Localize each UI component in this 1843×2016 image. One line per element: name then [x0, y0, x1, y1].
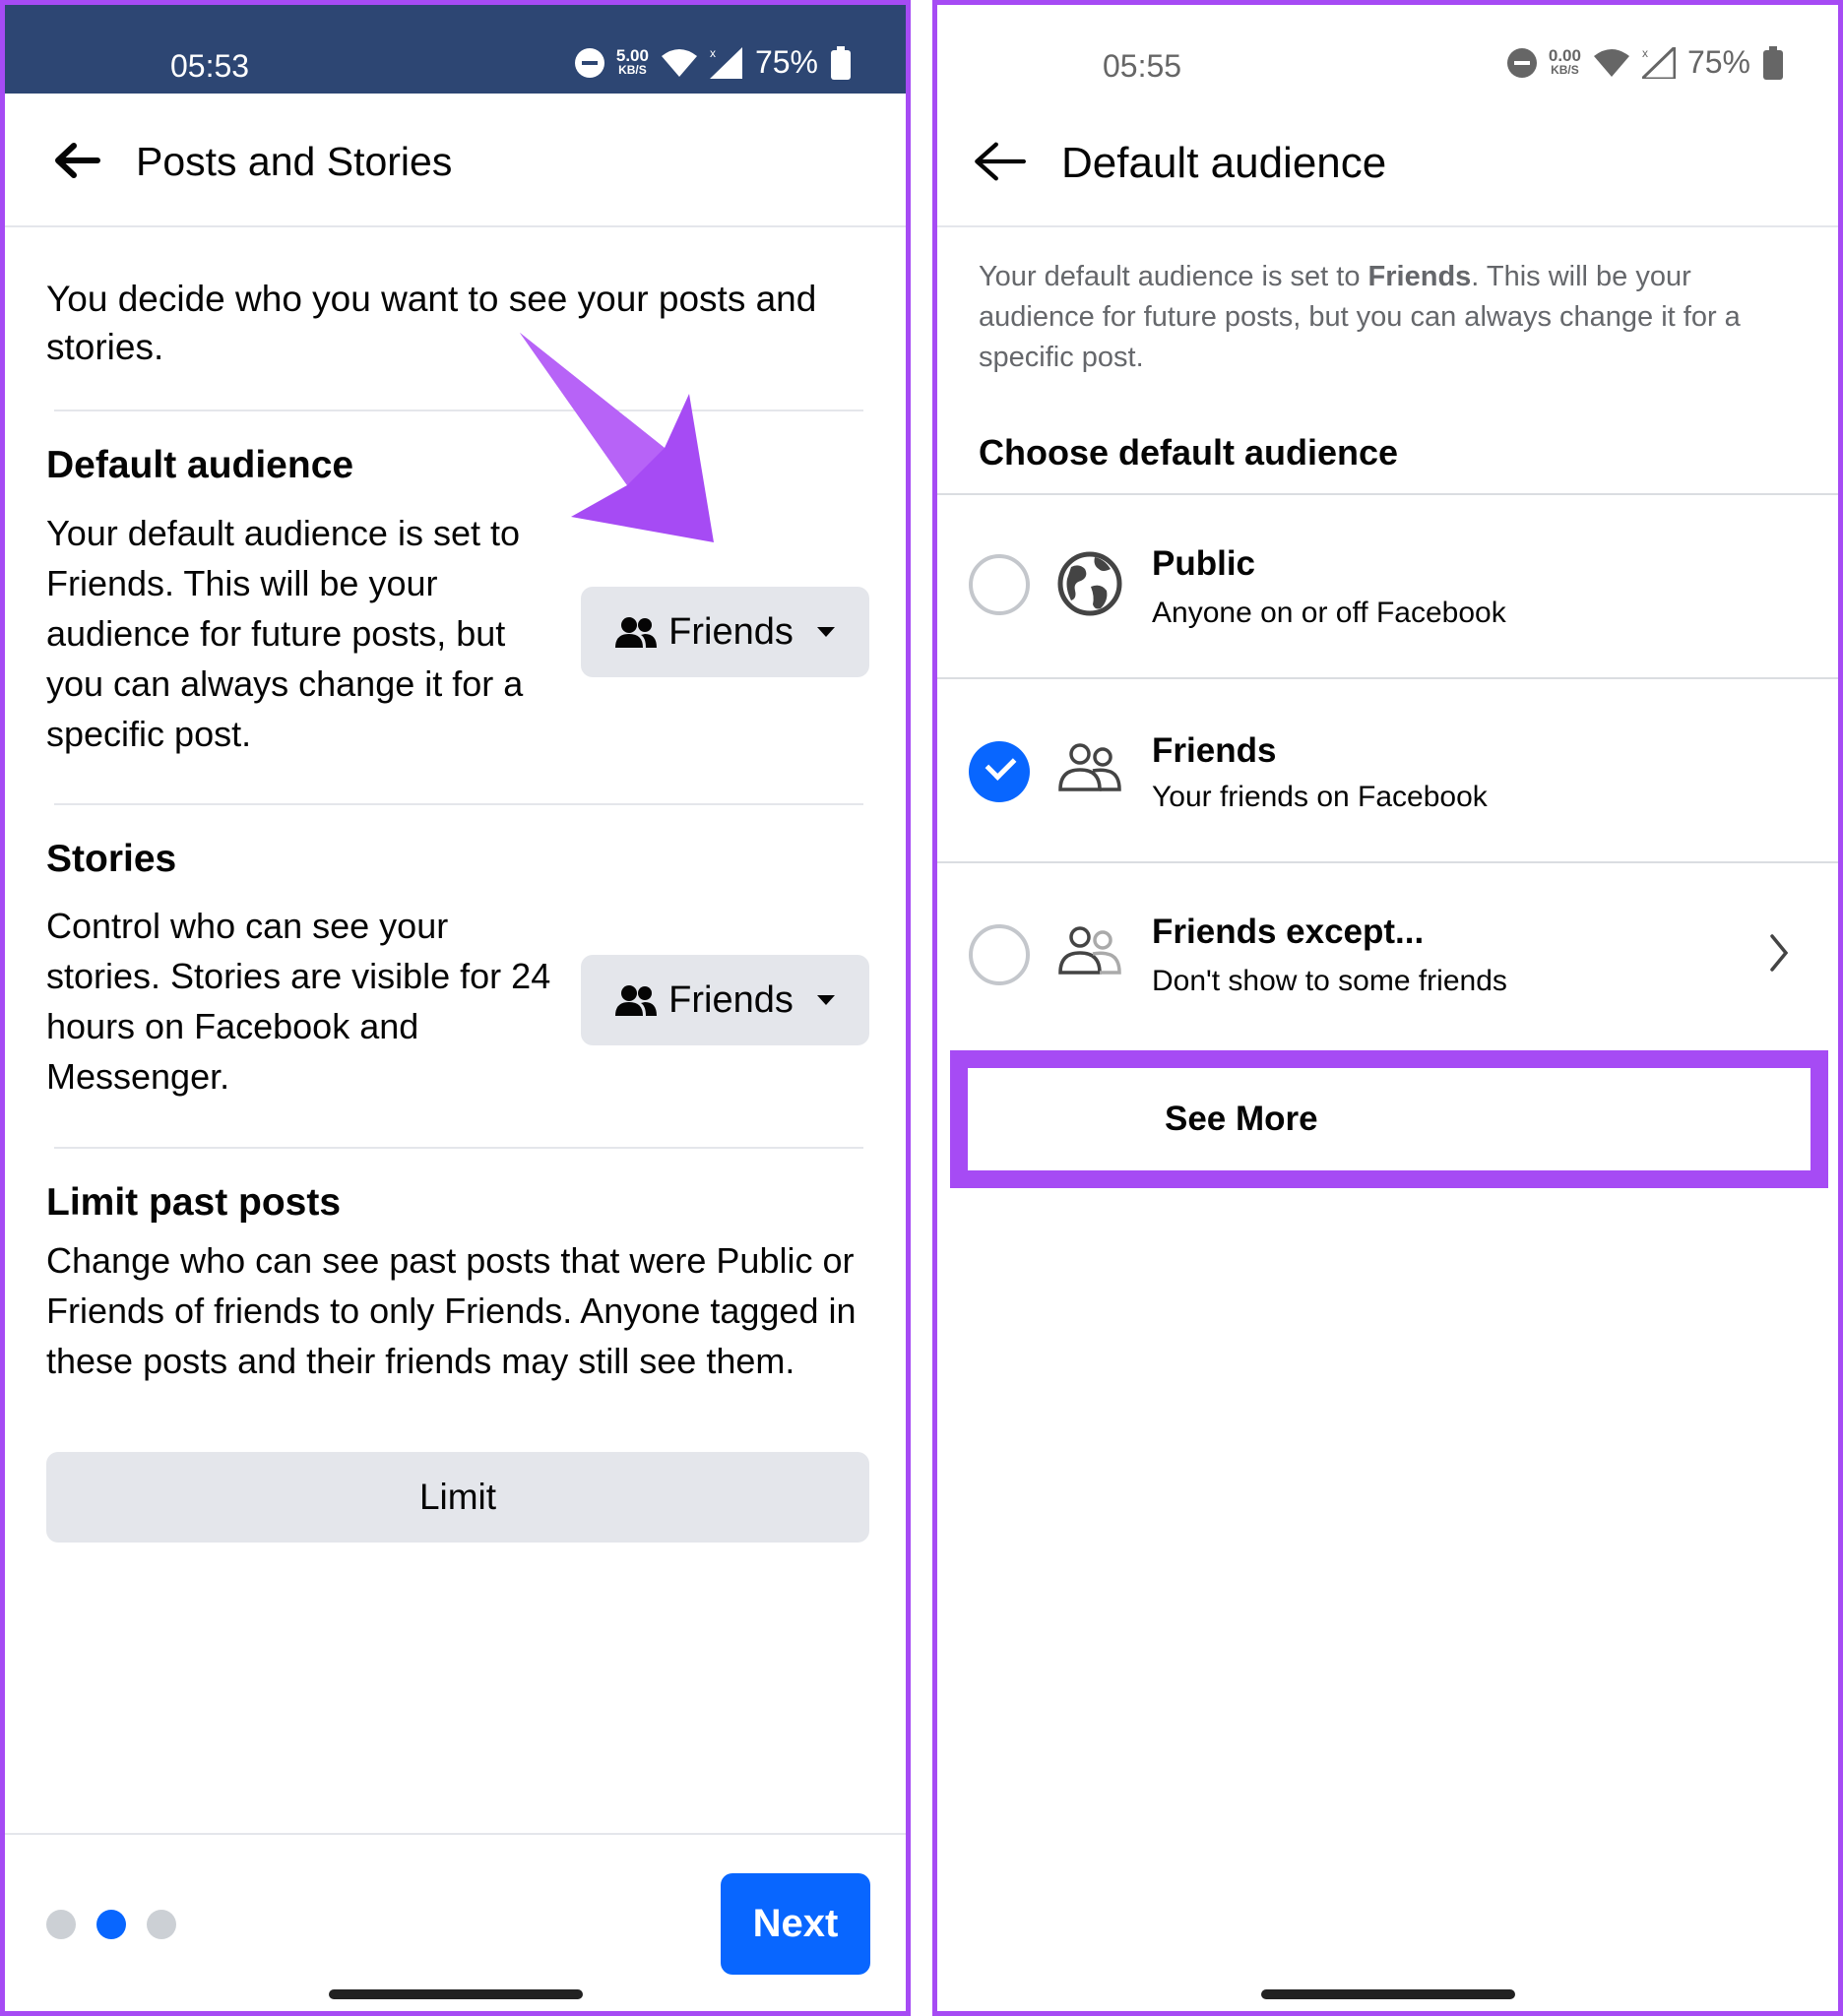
status-icons: 5.00 KB/S x 75% [574, 44, 852, 81]
default-audience-screen: 05:55 0.00 KB/S x 75% Default audience Yo… [932, 0, 1843, 2016]
friends-except-icon [1058, 926, 1121, 975]
limit-past-posts-description: Change who can see past posts that were … [46, 1240, 857, 1381]
stories-audience-dropdown[interactable]: Friends [581, 955, 869, 1045]
status-icons: 0.00 KB/S x 75% [1506, 44, 1784, 81]
app-bar: Posts and Stories [5, 94, 906, 227]
status-time: 05:55 [1103, 48, 1182, 84]
home-indicator [1260, 1989, 1515, 1999]
chevron-right-icon[interactable] [1769, 933, 1789, 973]
globe-icon [1057, 551, 1122, 616]
limit-button[interactable]: Limit [46, 1452, 869, 1543]
audience-option-friends[interactable]: Friends Your friends on Facebook [937, 679, 1838, 861]
friends-icon [1058, 743, 1121, 791]
status-time: 05:53 [170, 48, 250, 84]
page-indicator [46, 1910, 176, 1939]
battery-icon [1763, 45, 1783, 80]
see-more-button[interactable]: See More [950, 1050, 1828, 1188]
posts-and-stories-screen: 05:53 5.00 KB/S x 75% Posts and Stories Y… [0, 0, 911, 2016]
option-subtitle: Anyone on or off Facebook [1152, 597, 1506, 629]
audience-option-friends-except[interactable]: Friends except... Don't show to some fri… [937, 863, 1838, 1045]
home-indicator [328, 1989, 583, 1999]
network-speed: 0.00 KB/S [1548, 45, 1581, 77]
page-title: Posts and Stories [136, 139, 453, 184]
default-audience-title: Default audience [46, 444, 354, 486]
cell-signal-icon: x [709, 46, 742, 79]
do-not-disturb-icon [574, 47, 604, 78]
friends-icon [615, 617, 658, 648]
page-dot [46, 1910, 76, 1939]
page-dot [147, 1910, 176, 1939]
battery-percent: 75% [754, 44, 818, 80]
caret-down-icon [816, 627, 835, 637]
app-bar: Default audience [937, 94, 1838, 227]
page-dot-active [96, 1910, 126, 1939]
divider [54, 1147, 863, 1149]
caret-down-icon [816, 995, 835, 1005]
radio-friends-checked[interactable] [969, 741, 1030, 802]
svg-text:x: x [710, 47, 716, 60]
option-title: Friends [1152, 731, 1277, 770]
default-audience-value: Friends [668, 610, 794, 653]
intro-text: You decide who you want to see your post… [46, 279, 817, 367]
page-title: Default audience [1061, 139, 1387, 187]
friends-icon [615, 985, 658, 1016]
cell-signal-icon: x [1641, 46, 1676, 79]
battery-icon [831, 45, 851, 80]
svg-text:x: x [1642, 47, 1648, 60]
network-speed: 5.00 KB/S [615, 45, 649, 77]
radio-public[interactable] [969, 554, 1030, 615]
option-subtitle: Don't show to some friends [1152, 965, 1507, 997]
divider [54, 803, 863, 805]
wifi-icon [661, 48, 697, 77]
divider [54, 410, 863, 411]
audience-option-public[interactable]: Public Anyone on or off Facebook [937, 495, 1838, 677]
option-title: Friends except... [1152, 913, 1425, 951]
option-subtitle: Your friends on Facebook [1152, 781, 1488, 813]
stories-title: Stories [46, 838, 177, 880]
footer-divider [5, 1833, 906, 1835]
limit-past-posts-title: Limit past posts [46, 1181, 342, 1224]
default-audience-description: Your default audience is set to Friends.… [46, 513, 524, 754]
see-more-label: See More [1165, 1100, 1318, 1138]
radio-friends-except[interactable] [969, 924, 1030, 985]
stories-audience-value: Friends [668, 978, 794, 1021]
default-audience-dropdown[interactable]: Friends [581, 587, 869, 677]
back-arrow-icon[interactable] [52, 141, 101, 180]
option-title: Public [1152, 544, 1256, 583]
next-button[interactable]: Next [721, 1873, 870, 1975]
battery-percent: 75% [1686, 44, 1750, 80]
back-arrow-icon[interactable] [973, 139, 1026, 184]
status-bar: 05:55 0.00 KB/S x 75% [937, 5, 1838, 94]
do-not-disturb-icon [1506, 47, 1537, 78]
status-bar: 05:53 5.00 KB/S x 75% [5, 5, 906, 94]
audience-description: Your default audience is set to Friends.… [979, 261, 1741, 373]
choose-audience-label: Choose default audience [979, 432, 1399, 472]
wifi-icon [1593, 48, 1629, 77]
stories-description: Control who can see your stories. Storie… [46, 906, 551, 1097]
